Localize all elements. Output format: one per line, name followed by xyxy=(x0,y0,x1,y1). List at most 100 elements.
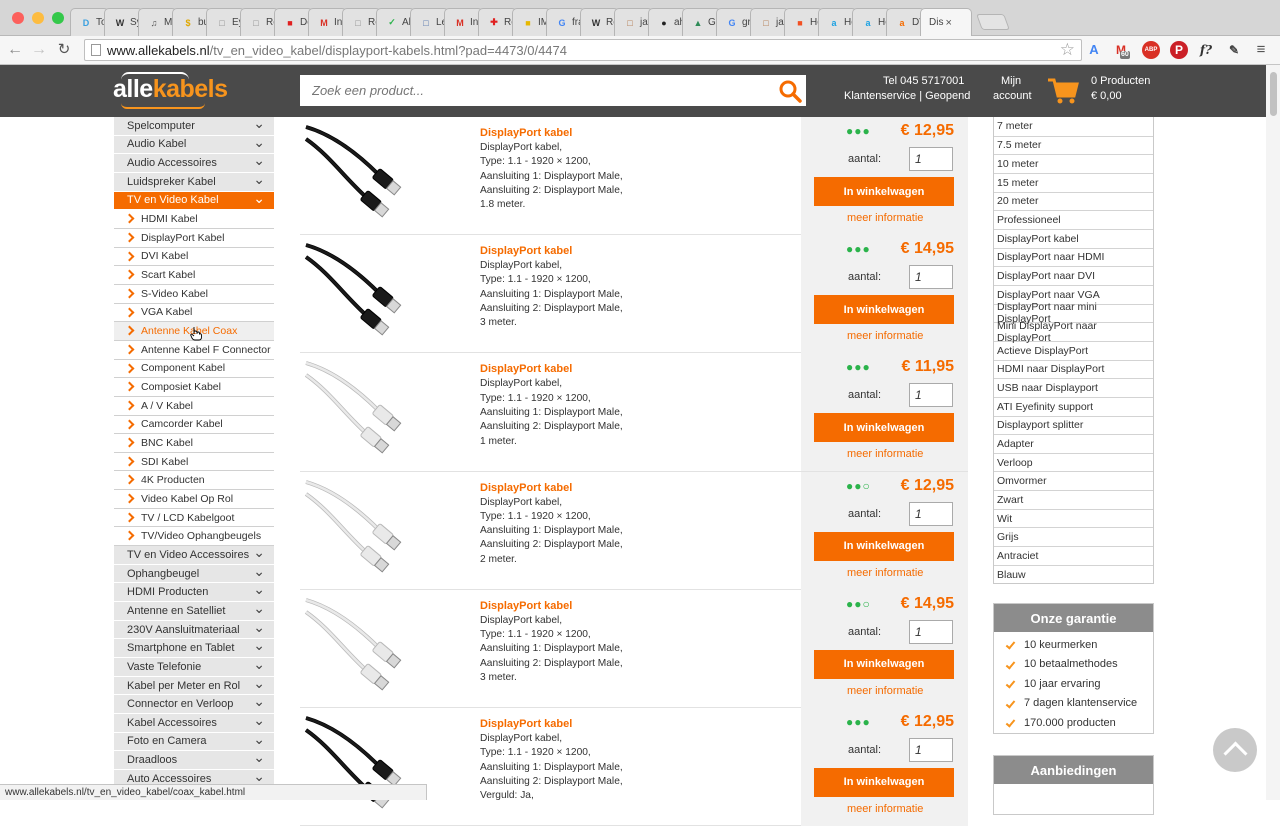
subcategory-item[interactable]: DVI Kabel xyxy=(114,247,274,267)
page-scrollbar[interactable] xyxy=(1266,65,1280,800)
subcategory-item[interactable]: A / V Kabel xyxy=(114,396,274,416)
category-item[interactable]: Antenne en Satelliet ⌄ xyxy=(114,600,274,621)
search-icon[interactable] xyxy=(778,79,802,103)
more-info-link[interactable]: meer informatie xyxy=(847,567,923,579)
more-info-link[interactable]: meer informatie xyxy=(847,330,923,342)
category-item[interactable]: Smartphone en Tablet ⌄ xyxy=(114,637,274,659)
subcategory-item[interactable]: BNC Kabel xyxy=(114,434,274,453)
filter-option[interactable]: Wit xyxy=(994,508,1153,528)
product-title[interactable]: DisplayPort kabel xyxy=(480,482,572,494)
subcategory-item[interactable]: Antenne Kabel F Connector xyxy=(114,340,274,360)
product-image[interactable] xyxy=(304,716,414,816)
filter-option[interactable]: 10 meter xyxy=(994,154,1153,173)
filter-option[interactable]: Blauw xyxy=(994,564,1153,584)
browser-tab-active[interactable]: Dis × xyxy=(920,8,972,36)
filter-option[interactable]: Zwart xyxy=(994,490,1153,509)
customer-service-status[interactable]: Klantenservice | Geopend xyxy=(844,89,970,104)
offers-title[interactable]: Aanbiedingen xyxy=(994,756,1153,784)
filter-option[interactable]: Adapter xyxy=(994,434,1153,453)
subcategory-item[interactable]: HDMI Kabel xyxy=(114,210,274,229)
bookmark-star-icon[interactable]: ☆ xyxy=(1060,40,1075,60)
tab-close-icon[interactable]: × xyxy=(945,17,951,29)
category-item[interactable]: TV en Video Kabel ⌄ xyxy=(114,190,274,211)
forward-arrow-icon[interactable]: → xyxy=(28,39,50,61)
filter-option[interactable]: DisplayPort naar HDMI xyxy=(994,247,1153,267)
category-item[interactable]: Draadloos ⌄ xyxy=(114,749,274,770)
more-info-link[interactable]: meer informatie xyxy=(847,448,923,460)
scroll-to-top-button[interactable] xyxy=(1213,728,1257,772)
more-info-link[interactable]: meer informatie xyxy=(847,803,923,815)
product-image[interactable] xyxy=(304,597,414,698)
category-item[interactable]: TV en Video Accessoires ⌄ xyxy=(114,544,274,565)
add-to-cart-button[interactable]: In winkelwagen xyxy=(814,649,954,679)
product-image[interactable] xyxy=(304,479,414,580)
address-url[interactable]: www.allekabels.nl/tv_en_video_kabel/disp… xyxy=(107,43,567,58)
filter-option[interactable]: 7.5 meter xyxy=(994,135,1153,155)
filter-option[interactable]: Verloop xyxy=(994,452,1153,472)
subcategory-item[interactable]: VGA Kabel xyxy=(114,303,274,323)
formula-extension-icon[interactable]: f? xyxy=(1197,41,1215,59)
more-info-link[interactable]: meer informatie xyxy=(847,212,923,224)
scrollbar-thumb[interactable] xyxy=(1270,72,1277,116)
new-tab-button[interactable] xyxy=(976,14,1010,30)
category-item[interactable]: Spelcomputer ⌄ xyxy=(114,115,274,136)
subcategory-item[interactable]: TV / LCD Kabelgoot xyxy=(114,508,274,528)
add-to-cart-button[interactable]: In winkelwagen xyxy=(814,413,954,443)
subcategory-item[interactable]: S-Video Kabel xyxy=(114,284,274,304)
filter-option[interactable]: 20 meter xyxy=(994,191,1153,211)
add-to-cart-button[interactable]: In winkelwagen xyxy=(814,295,954,325)
quantity-input[interactable] xyxy=(909,383,953,408)
account-link-line2[interactable]: account xyxy=(993,89,1032,104)
account-link-line1[interactable]: Mijn xyxy=(1001,74,1021,89)
translate-icon[interactable]: A xyxy=(1085,41,1103,59)
category-item[interactable]: Kabel Accessoires ⌄ xyxy=(114,712,274,733)
product-title[interactable]: DisplayPort kabel xyxy=(480,245,572,257)
product-title[interactable]: DisplayPort kabel xyxy=(480,600,572,612)
eyedropper-icon[interactable]: ✎ xyxy=(1225,41,1243,59)
category-item[interactable]: Ophangbeugel ⌄ xyxy=(114,563,274,584)
adblock-icon[interactable]: ABP xyxy=(1142,41,1160,59)
menu-icon[interactable]: ≡ xyxy=(1252,41,1270,59)
filter-option[interactable]: Professioneel xyxy=(994,210,1153,229)
product-image[interactable] xyxy=(304,243,414,343)
more-info-link[interactable]: meer informatie xyxy=(847,685,923,697)
filter-option[interactable]: DisplayPort naar DVI xyxy=(994,266,1153,285)
category-item[interactable]: Foto en Camera ⌄ xyxy=(114,731,274,752)
filter-option[interactable]: 15 meter xyxy=(994,172,1153,192)
add-to-cart-button[interactable]: In winkelwagen xyxy=(814,177,954,206)
category-item[interactable]: Audio Kabel ⌄ xyxy=(114,134,274,155)
shopping-cart-icon[interactable] xyxy=(1047,77,1079,105)
maximize-window-button[interactable] xyxy=(52,12,64,24)
subcategory-item[interactable]: SDI Kabel xyxy=(114,452,274,472)
cart-total[interactable]: € 0,00 xyxy=(1091,89,1122,104)
product-image[interactable] xyxy=(304,361,414,461)
address-bar[interactable]: www.allekabels.nl/tv_en_video_kabel/disp… xyxy=(84,39,1082,61)
product-image[interactable] xyxy=(304,125,414,225)
pinterest-icon[interactable]: P xyxy=(1170,41,1188,59)
category-item[interactable]: Connector en Verloop ⌄ xyxy=(114,693,274,714)
quantity-input[interactable] xyxy=(909,737,953,762)
gmail-icon[interactable]: M 60 xyxy=(1112,41,1130,59)
filter-option[interactable]: Omvormer xyxy=(994,471,1153,490)
filter-option[interactable]: ATI Eyefinity support xyxy=(994,396,1153,416)
product-title[interactable]: DisplayPort kabel xyxy=(480,718,572,730)
filter-option[interactable]: Antraciet xyxy=(994,546,1153,565)
category-item[interactable]: HDMI Producten ⌄ xyxy=(114,581,274,603)
back-arrow-icon[interactable]: ← xyxy=(4,39,26,61)
subcategory-item[interactable]: Composiet Kabel xyxy=(114,378,274,397)
product-title[interactable]: DisplayPort kabel xyxy=(480,127,572,139)
filter-option[interactable]: USB naar Displayport xyxy=(994,378,1153,397)
cart-product-count[interactable]: 0 Producten xyxy=(1091,74,1150,89)
filter-option[interactable]: DisplayPort kabel xyxy=(994,228,1153,248)
close-window-button[interactable] xyxy=(12,12,24,24)
category-item[interactable]: Kabel per Meter en Rol ⌄ xyxy=(114,675,274,696)
quantity-input[interactable] xyxy=(909,619,953,644)
subcategory-item[interactable]: Video Kabel Op Rol xyxy=(114,490,274,509)
filter-option[interactable]: Mini DisplayPort naar DisplayPort xyxy=(994,320,1153,344)
quantity-input[interactable] xyxy=(909,147,953,171)
quantity-input[interactable] xyxy=(909,265,953,290)
filter-option[interactable]: HDMI naar DisplayPort xyxy=(994,359,1153,379)
subcategory-item[interactable]: 4K Producten xyxy=(114,471,274,491)
phone-number[interactable]: Tel 045 5717001 xyxy=(883,74,964,89)
minimize-window-button[interactable] xyxy=(32,12,44,24)
